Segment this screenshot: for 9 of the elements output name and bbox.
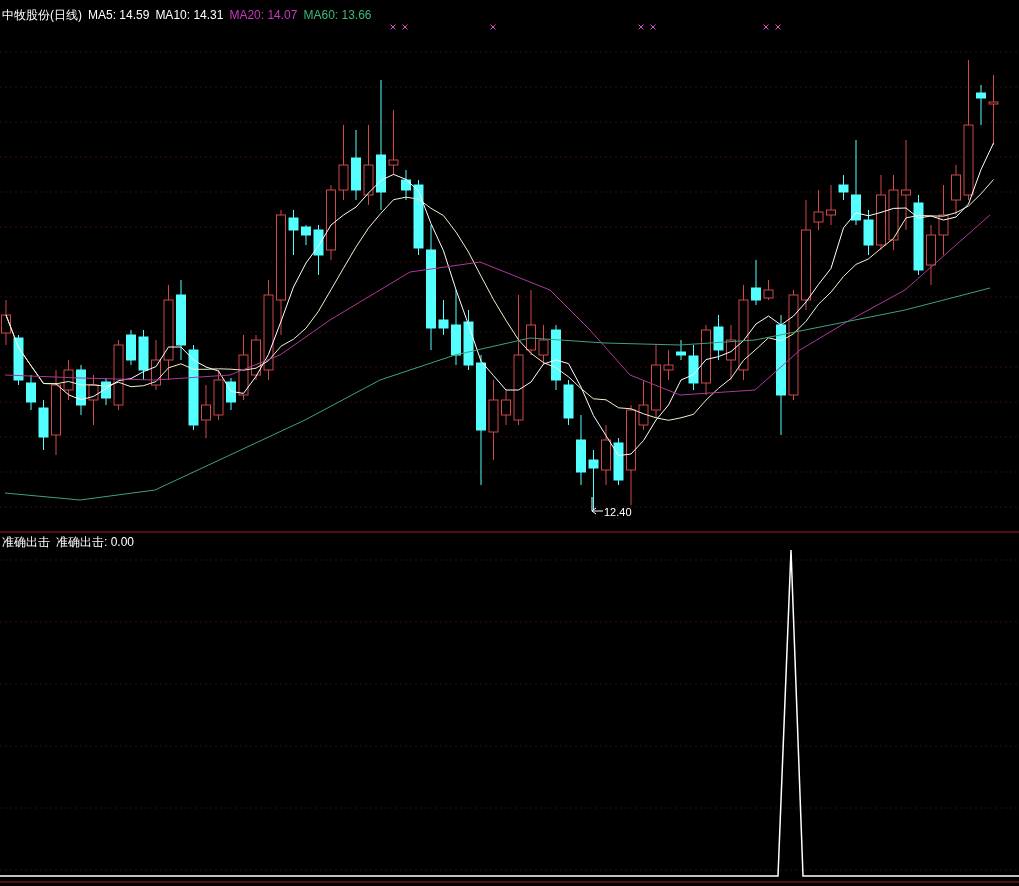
moving-average-value: MA20: 14.07 <box>229 7 298 23</box>
leader-line <box>591 496 604 515</box>
indicator-reading: 准确出击: 0.00 <box>56 534 135 550</box>
moving-average-value: MA5: 14.59 <box>88 7 150 23</box>
moving-average-value: MA10: 14.31 <box>155 7 224 23</box>
moving-average-value: MA60: 13.66 <box>303 7 372 23</box>
stock-title: 中牧股份(日线) <box>2 7 82 23</box>
indicator-title: 准确出击 <box>2 534 50 550</box>
low-price-label: 12.40 <box>604 505 632 519</box>
